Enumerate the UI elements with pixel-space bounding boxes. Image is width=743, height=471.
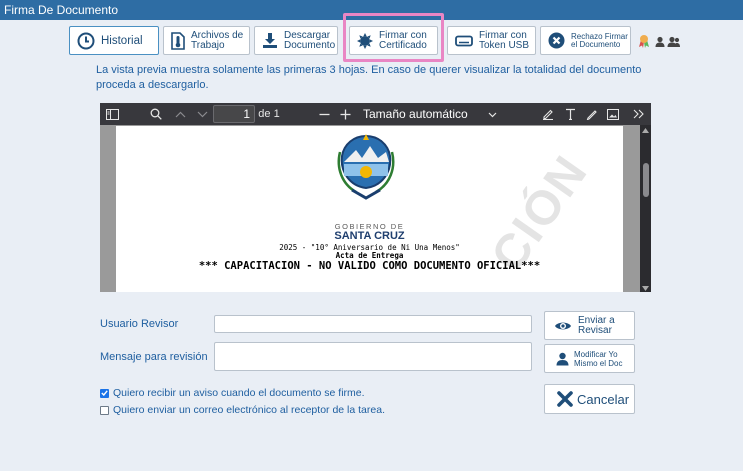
- close-icon: [557, 391, 573, 407]
- usuario-revisor-label: Usuario Revisor: [100, 318, 179, 330]
- cancelar-label: Cancelar: [577, 391, 630, 407]
- scroll-up-icon[interactable]: [642, 128, 649, 133]
- correo-checkbox[interactable]: [100, 405, 109, 415]
- preview-notice: La vista previa muestra solamente las pr…: [96, 64, 642, 91]
- rechazo-label: Rechazo Firmar el Documento: [571, 31, 628, 49]
- user-edit-icon: [556, 352, 569, 365]
- usuario-revisor-input[interactable]: [214, 315, 532, 333]
- highlight-pen-icon[interactable]: [540, 103, 556, 125]
- modificar-label: Modificar Yo Mismo el Doc: [574, 349, 623, 368]
- pdf-page: CIÓN GOBIERNO DE SANTA CRUZ 2025 - "10° …: [116, 126, 623, 292]
- users-group-icon[interactable]: [655, 35, 680, 47]
- mensaje-revision-input[interactable]: [214, 342, 532, 371]
- enviar-revisar-button[interactable]: Enviar a Revisar: [544, 311, 635, 340]
- descargar-label: Descargar Documento: [284, 29, 336, 51]
- firmar-token-button[interactable]: Firmar con Token USB: [447, 26, 536, 55]
- text-tool-icon[interactable]: [562, 103, 578, 125]
- aviso-label: Quiero recibir un aviso cuando el docume…: [113, 387, 365, 399]
- tools-menu-icon[interactable]: [630, 103, 646, 125]
- descargar-documento-button[interactable]: Descargar Documento: [254, 26, 338, 55]
- zoom-select[interactable]: Tamaño automático: [359, 105, 503, 123]
- previous-page-icon[interactable]: [172, 103, 188, 125]
- aviso-checkbox[interactable]: [100, 388, 109, 398]
- zoom-in-icon[interactable]: [337, 103, 353, 125]
- firmar-token-label: Firmar con Token USB: [479, 29, 530, 51]
- rechazo-firmar-button[interactable]: Rechazo Firmar el Documento: [540, 26, 631, 55]
- check-icon: [101, 390, 108, 396]
- action-toolbar: Historial Archivos de Trabajo Descargar …: [0, 13, 743, 62]
- page-total: de 1: [258, 108, 280, 120]
- sidebar-toggle-icon[interactable]: [104, 103, 120, 125]
- pdf-scrollbar[interactable]: [640, 125, 651, 292]
- ribbon-icon[interactable]: [638, 34, 650, 48]
- file-thermometer-icon: [171, 31, 185, 50]
- zoom-value: Tamaño automático: [363, 107, 468, 121]
- archivos-label: Archivos de Trabajo: [191, 29, 244, 51]
- chevron-down-icon: [488, 105, 497, 123]
- eye-icon: [555, 322, 571, 329]
- pdf-toolbar: 1 de 1 Tamaño automático: [100, 103, 651, 125]
- search-icon[interactable]: [148, 103, 164, 125]
- capacitacion-warning: *** CAPACITACION - NO VALIDO COMO DOCUME…: [198, 260, 541, 272]
- image-icon[interactable]: [605, 103, 621, 125]
- modificar-yo-mismo-button[interactable]: Modificar Yo Mismo el Doc: [544, 344, 635, 373]
- org-line-2: SANTA CRUZ: [334, 230, 405, 242]
- scroll-thumb[interactable]: [643, 163, 649, 197]
- cancelar-button[interactable]: Cancelar: [544, 384, 635, 414]
- correo-label: Quiero enviar un correo electrónico al r…: [113, 404, 385, 416]
- historial-button[interactable]: Historial: [69, 26, 159, 55]
- aviso-checkbox-row[interactable]: Quiero recibir un aviso cuando el docume…: [100, 387, 365, 399]
- next-page-icon[interactable]: [194, 103, 210, 125]
- focus-highlight: [343, 13, 444, 62]
- draw-icon[interactable]: [584, 103, 600, 125]
- zoom-out-icon[interactable]: [316, 103, 332, 125]
- scroll-down-icon[interactable]: [642, 286, 649, 291]
- download-icon: [263, 33, 277, 48]
- santa-cruz-coat-of-arms: [326, 132, 406, 214]
- page-number-input[interactable]: 1: [213, 105, 255, 123]
- pdf-viewer: 1 de 1 Tamaño automático CIÓN GOBIERNO D…: [100, 103, 651, 292]
- clock-icon: [77, 32, 95, 49]
- close-circle-icon: [548, 32, 565, 49]
- enviar-label: Enviar a Revisar: [578, 314, 615, 336]
- doc-type: Acta de Entrega: [335, 251, 404, 260]
- historial-label: Historial: [101, 34, 143, 47]
- mensaje-revision-label: Mensaje para revisión: [100, 351, 208, 363]
- usb-drive-icon: [455, 35, 473, 46]
- archivos-trabajo-button[interactable]: Archivos de Trabajo: [163, 26, 250, 55]
- correo-checkbox-row[interactable]: Quiero enviar un correo electrónico al r…: [100, 404, 385, 416]
